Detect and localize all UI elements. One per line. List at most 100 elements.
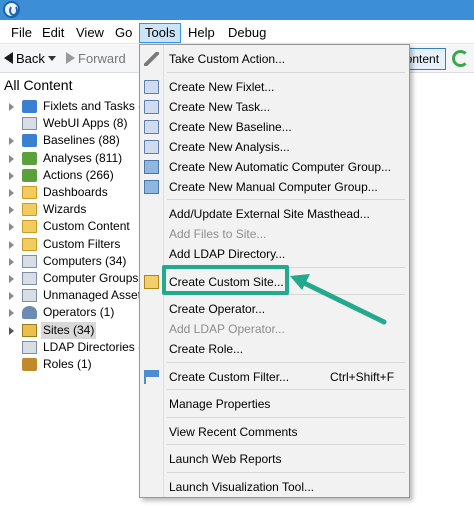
manual-group-icon (144, 180, 159, 194)
expand-icon[interactable] (9, 309, 14, 318)
back-button[interactable]: Back (4, 50, 56, 68)
menu-tools[interactable]: Tools (139, 23, 182, 43)
analysis-icon (22, 151, 37, 165)
menu-help[interactable]: Help (183, 24, 220, 42)
back-dropdown-icon[interactable] (47, 56, 56, 61)
menu-edit[interactable]: Edit (37, 24, 69, 42)
wrench-icon (144, 52, 159, 66)
tree-item[interactable]: Sites (34) (0, 321, 140, 339)
menu-file[interactable]: File (6, 24, 37, 42)
menu-item-launch-web-reports[interactable]: Launch Web Reports (140, 449, 409, 469)
expand-icon[interactable] (9, 275, 14, 283)
menu-item-create-new-baseline[interactable]: Create New Baseline... (140, 117, 409, 137)
menu-separator (167, 389, 405, 390)
computer-icon (22, 254, 37, 268)
menu-item-label: Add Files to Site... (169, 227, 267, 241)
expand-icon[interactable] (9, 103, 14, 111)
menu-item-create-new-analysis[interactable]: Create New Analysis... (140, 137, 409, 157)
tree-item[interactable]: Wizards (0, 201, 140, 218)
tree-item-label: Operators (1) (43, 305, 115, 320)
tree-item[interactable]: LDAP Directories (0 (0, 339, 140, 356)
menu-item-label: Create New Manual Computer Group... (169, 180, 378, 194)
back-arrow-icon (4, 52, 13, 64)
content-button[interactable]: Content (404, 48, 446, 70)
app-icon[interactable] (3, 1, 20, 18)
tree-item[interactable]: Roles (1) (0, 356, 140, 373)
menu-debug[interactable]: Debug (223, 24, 271, 42)
menu-item-label: Create New Analysis... (169, 140, 290, 154)
tree-item[interactable]: Unmanaged Assets (0, 287, 140, 304)
menu-item-create-role[interactable]: Create Role... (140, 339, 409, 359)
menu-view[interactable]: View (71, 24, 109, 42)
expand-icon[interactable] (9, 154, 14, 163)
webui-icon (22, 117, 37, 131)
menu-item-label: View Recent Comments (169, 425, 298, 439)
menu-item-create-new-task[interactable]: Create New Task... (140, 97, 409, 117)
operator-icon (22, 306, 37, 320)
menu-item-add-files-to-site: Add Files to Site... (140, 224, 409, 244)
expand-icon[interactable] (9, 326, 14, 335)
tree-item-label: WebUI Apps (8) (43, 116, 128, 131)
tree-item[interactable]: Computers (34) (0, 253, 140, 270)
tree-item[interactable]: Dashboards (0, 184, 140, 201)
tree-item-label: Custom Content (43, 219, 130, 234)
menu-item-create-new-automatic-computer-group[interactable]: Create New Automatic Computer Group... (140, 157, 409, 177)
tree-item-label: Unmanaged Assets (43, 288, 140, 303)
tree-item[interactable]: Actions (266) (0, 167, 140, 184)
back-label: Back (16, 51, 45, 66)
expand-icon[interactable] (9, 240, 14, 249)
annotation-arrow-icon (290, 274, 387, 325)
sites-icon (22, 323, 37, 337)
tree-item[interactable]: Baselines (88) (0, 132, 140, 149)
menu-item-take-custom-action[interactable]: Take Custom Action... (140, 49, 409, 69)
refresh-icon[interactable] (452, 50, 469, 67)
expand-icon[interactable] (9, 189, 14, 197)
folder-icon (22, 237, 37, 251)
menu-item-manage-properties[interactable]: Manage Properties (140, 394, 409, 414)
menu-separator (167, 444, 405, 445)
roles-icon (22, 358, 37, 371)
action-icon (22, 168, 37, 182)
tree-item[interactable]: Computer Groups ( (0, 270, 140, 287)
menu-item-label: Launch Web Reports (169, 452, 282, 466)
menu-item-view-recent-comments[interactable]: View Recent Comments (140, 422, 409, 442)
ldap-icon (22, 340, 37, 354)
menu-item-label: Create New Task... (169, 100, 271, 114)
expand-icon[interactable] (9, 223, 14, 232)
tree-item[interactable]: Analyses (811) (0, 150, 140, 167)
content-tree: Fixlets and Tasks (5 WebUI Apps (8) Baseli… (0, 98, 140, 378)
tree-item[interactable]: Custom Filters (0, 236, 140, 253)
baseline-icon (22, 134, 37, 148)
expand-icon[interactable] (9, 292, 14, 301)
menu-item-add-update-external-site-masthead[interactable]: Add/Update External Site Masthead... (140, 204, 409, 224)
menu-item-label: Create New Baseline... (169, 120, 292, 134)
menu-item-label: Add LDAP Directory... (169, 247, 286, 261)
forward-label: Forward (78, 51, 126, 66)
expand-icon[interactable] (9, 137, 14, 146)
menu-item-create-new-fixlet[interactable]: Create New Fixlet... (140, 77, 409, 97)
menu-item-label: Take Custom Action... (169, 52, 286, 66)
menu-item-add-ldap-directory[interactable]: Add LDAP Directory... (140, 244, 409, 264)
tree-item[interactable]: WebUI Apps (8) (0, 115, 140, 132)
menu-item-label: Create Custom Filter... (169, 370, 290, 384)
tree-item[interactable]: Operators (1) (0, 304, 140, 321)
baseline-icon (144, 120, 159, 134)
menu-item-launch-visualization-tool[interactable]: Launch Visualization Tool... (140, 477, 409, 497)
expand-icon[interactable] (9, 257, 14, 266)
menu-item-label: Manage Properties (169, 397, 271, 411)
menu-item-create-new-manual-computer-group[interactable]: Create New Manual Computer Group... (140, 177, 409, 197)
menu-item-create-custom-filter[interactable]: Create Custom Filter... Ctrl+Shift+F (140, 367, 409, 387)
menu-separator (167, 472, 405, 473)
tree-item-label: Actions (266) (43, 167, 114, 182)
tree-item[interactable]: Fixlets and Tasks (5 (0, 98, 140, 115)
menu-go[interactable]: Go (110, 24, 137, 42)
folder-icon (22, 220, 37, 234)
forward-arrow-icon (66, 52, 75, 64)
expand-icon[interactable] (9, 171, 14, 180)
tree-item[interactable]: Custom Content (0, 218, 140, 235)
forward-button[interactable]: Forward (66, 50, 126, 68)
expand-icon[interactable] (9, 206, 14, 215)
pane-title: All Content (0, 74, 140, 96)
folder-icon (22, 186, 37, 199)
task-icon (144, 100, 159, 114)
